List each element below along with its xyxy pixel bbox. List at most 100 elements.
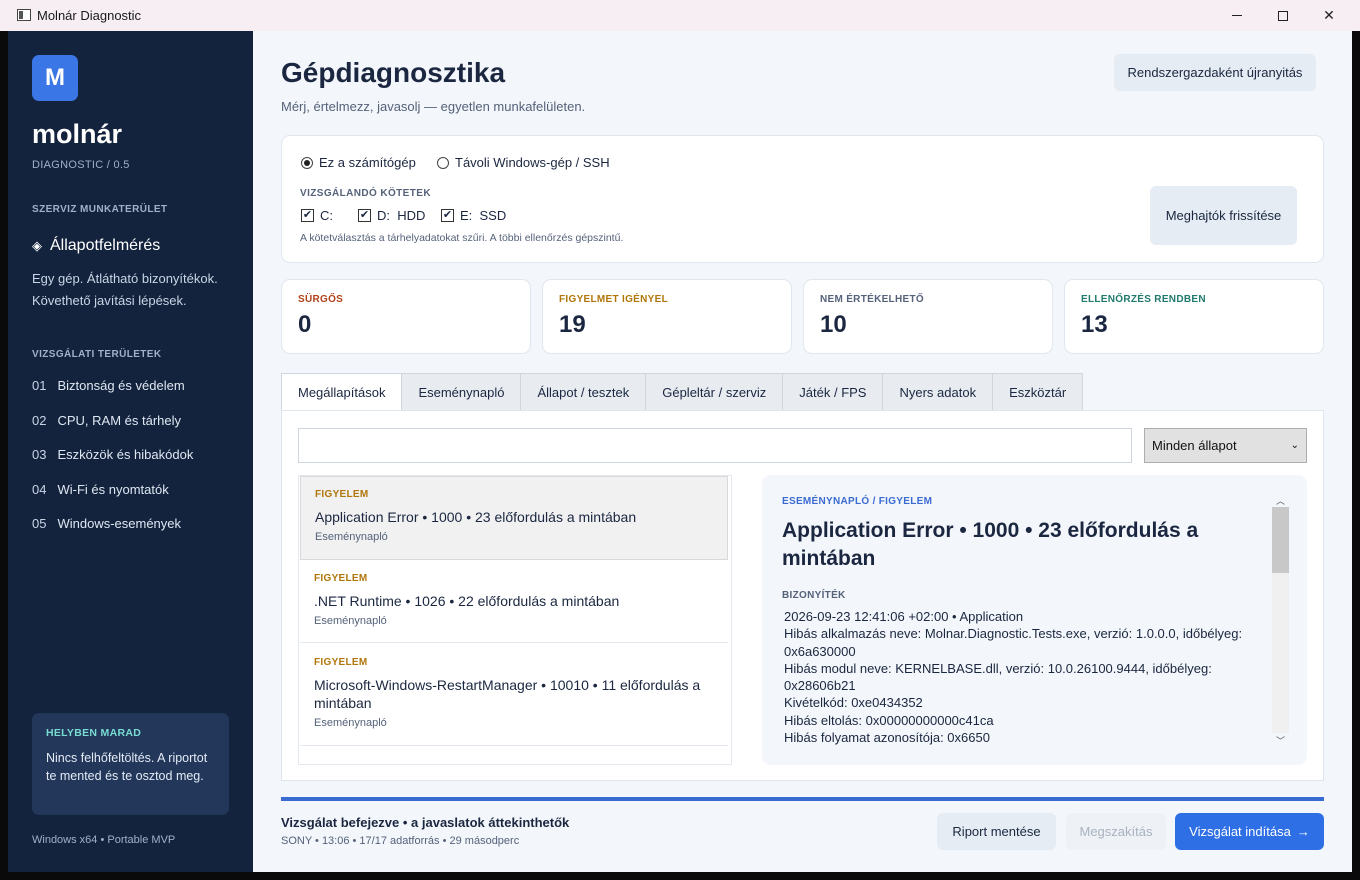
sidebar-item-label: Wi-Fi és nyomtatók [57, 482, 169, 497]
close-button[interactable]: ✕ [1306, 0, 1352, 31]
scroll-up-icon[interactable]: ︿ [731, 478, 732, 492]
stat-label: ELLENŐRZÉS RENDBEN [1081, 294, 1206, 305]
brand-name: molnár [32, 119, 123, 149]
stat-label: NEM ÉRTÉKELHETŐ [820, 294, 924, 305]
radio-this-computer[interactable]: Ez a számítógép [301, 155, 416, 170]
tab-status-tests[interactable]: Állapot / tesztek [521, 373, 647, 411]
finding-title: Application Error • 1000 • 23 előfordulá… [315, 509, 637, 525]
start-scan-button[interactable]: Vizsgálat indítása → [1175, 813, 1324, 850]
page-title: Gépdiagnosztika [281, 57, 506, 88]
checkmark-icon: ✔ [358, 209, 371, 222]
finding-title: Microsoft-Windows-RestartManager • 10010… [314, 677, 701, 711]
save-report-button[interactable]: Riport mentése [937, 813, 1056, 850]
findings-scrollbar[interactable]: ︿ ﹀ [731, 476, 732, 764]
areas-heading: VIZSGÁLATI TERÜLETEK [32, 349, 162, 360]
window-frame-right [1352, 31, 1360, 880]
sidebar-item-status-assessment[interactable]: ◈ Állapotfelmérés [32, 237, 160, 255]
detail-title: Application Error • 1000 • 23 előfordulá… [782, 519, 1199, 570]
findings-search-input[interactable] [298, 428, 1132, 463]
item-number: 02 [32, 413, 47, 428]
tab-toolbox[interactable]: Eszköztár [993, 373, 1084, 411]
window-title: Molnár Diagnostic [37, 8, 142, 23]
tab-findings[interactable]: Megállapítások [281, 373, 403, 412]
stat-value: 13 [1081, 311, 1108, 338]
restart-as-admin-button[interactable]: Rendszergazdaként újranyitás [1114, 54, 1316, 91]
tab-bar: Megállapítások Eseménynapló Állapot / te… [281, 373, 1084, 412]
stat-card-ok: ELLENŐRZÉS RENDBEN 13 [1064, 279, 1324, 354]
detail-scrollbar[interactable]: ︿ ﹀ [1272, 493, 1289, 747]
evidence-line: Hibás alkalmazás neve: Molnar.Diagnostic… [784, 626, 1243, 659]
maximize-icon [1278, 10, 1288, 21]
scroll-down-icon[interactable]: ﹀ [1272, 733, 1289, 747]
radio-unselected-icon [437, 156, 449, 169]
sidebar-item-windows-events[interactable]: 05 Windows-események [32, 516, 181, 531]
evidence-line: Hibás folyamat azonosítója: 0x6650 [784, 730, 990, 746]
evidence-line: 2026-09-23 12:41:06 +02:00 • Application [784, 609, 1024, 624]
scroll-up-icon[interactable]: ︿ [1272, 493, 1289, 507]
checkbox-label: E: SSD [460, 208, 507, 223]
stat-label: SÜRGŐS [298, 294, 344, 305]
finding-source: Eseménynapló [314, 717, 387, 729]
tab-inventory-service[interactable]: Gépleltár / szerviz [646, 373, 784, 411]
stat-label: FIGYELMET IGÉNYEL [559, 294, 668, 305]
refresh-drives-button[interactable]: Meghajtók frissítése [1150, 186, 1297, 245]
minimize-button[interactable] [1214, 0, 1260, 31]
findings-list: FIGYELEM Application Error • 1000 • 23 e… [298, 475, 732, 765]
local-card-text: Nincs felhőfeltöltés. A riportot te ment… [46, 751, 208, 783]
radio-selected-icon [301, 156, 313, 169]
evidence-line: Hibás eltolás: 0x00000000000c41ca [784, 712, 994, 728]
sidebar-item-devices[interactable]: 03 Eszközök és hibakódok [32, 447, 193, 462]
maximize-button[interactable] [1260, 0, 1306, 31]
evidence-line: Kivételkód: 0xe0434352 [784, 695, 923, 711]
sidebar-item-label: Eszközök és hibakódok [57, 447, 194, 462]
stat-card-not-evaluable: NEM ÉRTÉKELHETŐ 10 [803, 279, 1053, 354]
title-bar: Molnár Diagnostic ✕ [0, 0, 1360, 31]
start-scan-label: Vizsgálat indítása [1189, 824, 1291, 839]
volumes-hint: A kötetválasztás a tárhelyadatokat szűri… [300, 232, 624, 244]
select-value: Minden állapot [1152, 438, 1237, 453]
volume-checkbox-c[interactable]: ✔ C: [301, 208, 333, 223]
scroll-thumb[interactable] [1272, 507, 1289, 573]
sidebar-item-wifi-printers[interactable]: 04 Wi-Fi és nyomtatók [32, 482, 169, 497]
checkmark-icon: ✔ [301, 209, 314, 222]
volume-checkbox-d[interactable]: ✔ D: HDD [358, 208, 425, 223]
sidebar-item-label: CPU, RAM és tárhely [57, 413, 182, 428]
platform-info: Windows x64 • Portable MVP [32, 834, 176, 846]
sidebar-item-label: Állapotfelmérés [50, 237, 161, 254]
sidebar-item-label: Windows-események [57, 516, 182, 531]
window-frame-bottom [0, 872, 1360, 880]
radio-label: Ez a számítógép [319, 155, 416, 170]
stat-value: 0 [298, 311, 312, 338]
tab-event-log[interactable]: Eseménynapló [402, 373, 522, 411]
checkbox-label: C: [320, 208, 333, 223]
severity-badge: FIGYELEM [314, 573, 368, 584]
detail-breadcrumb: ESEMÉNYNAPLÓ / FIGYELEM [782, 496, 933, 507]
tab-game-fps[interactable]: Játék / FPS [783, 373, 884, 411]
sidebar-item-label: Biztonság és védelem [57, 378, 185, 393]
app-window-icon [17, 9, 31, 21]
target-selection-card: Ez a számítógép Távoli Windows-gép / SSH… [281, 135, 1324, 263]
item-number: 04 [32, 482, 47, 497]
tab-raw-data[interactable]: Nyers adatok [883, 373, 994, 411]
volume-checkbox-e[interactable]: ✔ E: SSD [441, 208, 506, 223]
sidebar-item-cpu-ram-storage[interactable]: 02 CPU, RAM és tárhely [32, 413, 181, 428]
sidebar: M molnár DIAGNOSTIC / 0.5 SZERVIZ MUNKAT… [8, 31, 253, 872]
workspace-heading: SZERVIZ MUNKATERÜLET [32, 204, 168, 215]
finding-item[interactable]: FIGYELEM Application Error • 1000 • 23 e… [300, 476, 728, 560]
findings-panel: Minden állapot ⌄ FIGYELEM Application Er… [281, 410, 1324, 781]
scroll-down-icon[interactable]: ﹀ [731, 748, 732, 762]
severity-badge: FIGYELEM [315, 489, 369, 500]
minimize-icon [1232, 15, 1242, 16]
finding-title: .NET Runtime • 1026 • 22 előfordulás a m… [314, 593, 620, 609]
evidence-line: Hibás modul neve: KERNELBASE.dll, verzió… [784, 660, 1212, 694]
radio-remote-machine[interactable]: Távoli Windows-gép / SSH [437, 155, 610, 170]
evidence-heading: BIZONYÍTÉK [782, 590, 846, 601]
item-number: 05 [32, 516, 47, 531]
stat-value: 10 [820, 311, 847, 338]
status-filter-select[interactable]: Minden állapot ⌄ [1144, 428, 1307, 463]
finding-item[interactable]: FIGYELEM .NET Runtime • 1026 • 22 előfor… [300, 561, 728, 643]
sidebar-item-security[interactable]: 01 Biztonság és védelem [32, 378, 185, 393]
finding-item[interactable]: FIGYELEM Microsoft-Windows-RestartManage… [300, 645, 728, 746]
cancel-button[interactable]: Megszakítás [1066, 813, 1166, 850]
workspace-description: Egy gép. Átlátható bizonyítékok. Követhe… [32, 271, 218, 308]
